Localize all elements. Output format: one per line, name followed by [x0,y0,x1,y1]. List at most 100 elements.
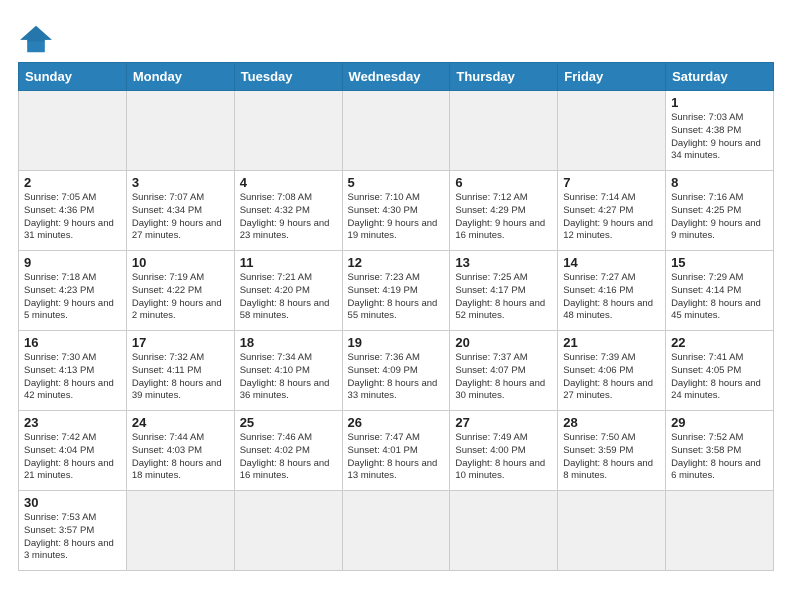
weekday-header: Friday [558,63,666,91]
day-number: 5 [348,175,445,190]
day-info: Sunrise: 7:30 AM Sunset: 4:13 PM Dayligh… [24,352,121,403]
day-info: Sunrise: 7:52 AM Sunset: 3:58 PM Dayligh… [671,432,768,483]
day-number: 16 [24,335,121,350]
day-number: 8 [671,175,768,190]
day-info: Sunrise: 7:12 AM Sunset: 4:29 PM Dayligh… [455,192,552,243]
day-info: Sunrise: 7:03 AM Sunset: 4:38 PM Dayligh… [671,112,768,163]
page: SundayMondayTuesdayWednesdayThursdayFrid… [0,0,792,581]
day-info: Sunrise: 7:46 AM Sunset: 4:02 PM Dayligh… [240,432,337,483]
day-number: 14 [563,255,660,270]
calendar-day-cell [342,91,450,171]
calendar-day-cell: 24 Sunrise: 7:44 AM Sunset: 4:03 PM Dayli… [126,411,234,491]
calendar-day-cell: 10 Sunrise: 7:19 AM Sunset: 4:22 PM Dayli… [126,251,234,331]
calendar-day-cell: 25 Sunrise: 7:46 AM Sunset: 4:02 PM Dayli… [234,411,342,491]
logo-icon [18,24,54,54]
calendar-day-cell: 3 Sunrise: 7:07 AM Sunset: 4:34 PM Daylig… [126,171,234,251]
calendar-day-cell: 6 Sunrise: 7:12 AM Sunset: 4:29 PM Daylig… [450,171,558,251]
day-info: Sunrise: 7:16 AM Sunset: 4:25 PM Dayligh… [671,192,768,243]
day-info: Sunrise: 7:07 AM Sunset: 4:34 PM Dayligh… [132,192,229,243]
weekday-header: Sunday [19,63,127,91]
calendar-day-cell: 15Sunrise: 7:29 AM Sunset: 4:14 PM Dayli… [666,251,774,331]
day-info: Sunrise: 7:23 AM Sunset: 4:19 PM Dayligh… [348,272,445,323]
day-number: 26 [348,415,445,430]
day-info: Sunrise: 7:19 AM Sunset: 4:22 PM Dayligh… [132,272,229,323]
day-number: 24 [132,415,229,430]
calendar-day-cell: 12Sunrise: 7:23 AM Sunset: 4:19 PM Dayli… [342,251,450,331]
calendar-day-cell [558,91,666,171]
calendar-week-row: 2 Sunrise: 7:05 AM Sunset: 4:36 PM Daylig… [19,171,774,251]
day-number: 13 [455,255,552,270]
logo [18,24,58,54]
weekday-header: Saturday [666,63,774,91]
day-number: 21 [563,335,660,350]
day-number: 9 [24,255,121,270]
day-info: Sunrise: 7:18 AM Sunset: 4:23 PM Dayligh… [24,272,121,323]
day-info: Sunrise: 7:08 AM Sunset: 4:32 PM Dayligh… [240,192,337,243]
calendar-day-cell: 28Sunrise: 7:50 AM Sunset: 3:59 PM Dayli… [558,411,666,491]
day-number: 7 [563,175,660,190]
calendar-day-cell: 30 Sunrise: 7:53 AM Sunset: 3:57 PM Dayli… [19,491,127,571]
calendar-header-row: SundayMondayTuesdayWednesdayThursdayFrid… [19,63,774,91]
calendar-day-cell [342,491,450,571]
day-info: Sunrise: 7:10 AM Sunset: 4:30 PM Dayligh… [348,192,445,243]
day-info: Sunrise: 7:27 AM Sunset: 4:16 PM Dayligh… [563,272,660,323]
day-info: Sunrise: 7:49 AM Sunset: 4:00 PM Dayligh… [455,432,552,483]
calendar-week-row: 30 Sunrise: 7:53 AM Sunset: 3:57 PM Dayli… [19,491,774,571]
day-number: 25 [240,415,337,430]
day-info: Sunrise: 7:34 AM Sunset: 4:10 PM Dayligh… [240,352,337,403]
day-number: 23 [24,415,121,430]
calendar-day-cell: 18 Sunrise: 7:34 AM Sunset: 4:10 PM Dayli… [234,331,342,411]
calendar-day-cell [19,91,127,171]
calendar-day-cell [450,491,558,571]
day-info: Sunrise: 7:53 AM Sunset: 3:57 PM Dayligh… [24,512,121,563]
day-number: 1 [671,95,768,110]
calendar-day-cell: 8 Sunrise: 7:16 AM Sunset: 4:25 PM Daylig… [666,171,774,251]
day-info: Sunrise: 7:41 AM Sunset: 4:05 PM Dayligh… [671,352,768,403]
day-number: 6 [455,175,552,190]
calendar-day-cell [666,491,774,571]
day-info: Sunrise: 7:37 AM Sunset: 4:07 PM Dayligh… [455,352,552,403]
calendar-day-cell [234,91,342,171]
calendar-day-cell: 26 Sunrise: 7:47 AM Sunset: 4:01 PM Dayli… [342,411,450,491]
calendar-day-cell: 16 Sunrise: 7:30 AM Sunset: 4:13 PM Dayli… [19,331,127,411]
calendar-day-cell: 27 Sunrise: 7:49 AM Sunset: 4:00 PM Dayli… [450,411,558,491]
day-number: 30 [24,495,121,510]
calendar-day-cell: 19Sunrise: 7:36 AM Sunset: 4:09 PM Dayli… [342,331,450,411]
calendar-day-cell: 14 Sunrise: 7:27 AM Sunset: 4:16 PM Dayli… [558,251,666,331]
weekday-header: Tuesday [234,63,342,91]
day-info: Sunrise: 7:36 AM Sunset: 4:09 PM Dayligh… [348,352,445,403]
calendar-day-cell: 29 Sunrise: 7:52 AM Sunset: 3:58 PM Dayli… [666,411,774,491]
calendar-day-cell [450,91,558,171]
calendar-day-cell: 2 Sunrise: 7:05 AM Sunset: 4:36 PM Daylig… [19,171,127,251]
day-info: Sunrise: 7:50 AM Sunset: 3:59 PM Dayligh… [563,432,660,483]
calendar-day-cell: 22 Sunrise: 7:41 AM Sunset: 4:05 PM Dayli… [666,331,774,411]
calendar-day-cell: 17Sunrise: 7:32 AM Sunset: 4:11 PM Dayli… [126,331,234,411]
day-number: 3 [132,175,229,190]
day-number: 20 [455,335,552,350]
calendar-day-cell [126,491,234,571]
day-number: 22 [671,335,768,350]
calendar-day-cell: 9 Sunrise: 7:18 AM Sunset: 4:23 PM Daylig… [19,251,127,331]
day-info: Sunrise: 7:39 AM Sunset: 4:06 PM Dayligh… [563,352,660,403]
calendar-day-cell [234,491,342,571]
calendar-week-row: 16 Sunrise: 7:30 AM Sunset: 4:13 PM Dayli… [19,331,774,411]
day-info: Sunrise: 7:44 AM Sunset: 4:03 PM Dayligh… [132,432,229,483]
day-number: 27 [455,415,552,430]
calendar-day-cell [558,491,666,571]
day-number: 2 [24,175,121,190]
day-info: Sunrise: 7:05 AM Sunset: 4:36 PM Dayligh… [24,192,121,243]
day-info: Sunrise: 7:47 AM Sunset: 4:01 PM Dayligh… [348,432,445,483]
weekday-header: Monday [126,63,234,91]
day-number: 18 [240,335,337,350]
calendar-day-cell [126,91,234,171]
calendar-week-row: 23Sunrise: 7:42 AM Sunset: 4:04 PM Dayli… [19,411,774,491]
day-number: 29 [671,415,768,430]
calendar-day-cell: 20 Sunrise: 7:37 AM Sunset: 4:07 PM Dayli… [450,331,558,411]
day-info: Sunrise: 7:21 AM Sunset: 4:20 PM Dayligh… [240,272,337,323]
calendar-week-row: 9 Sunrise: 7:18 AM Sunset: 4:23 PM Daylig… [19,251,774,331]
calendar-day-cell: 4Sunrise: 7:08 AM Sunset: 4:32 PM Daylig… [234,171,342,251]
day-number: 11 [240,255,337,270]
day-number: 10 [132,255,229,270]
calendar-day-cell: 23Sunrise: 7:42 AM Sunset: 4:04 PM Dayli… [19,411,127,491]
day-number: 15 [671,255,768,270]
